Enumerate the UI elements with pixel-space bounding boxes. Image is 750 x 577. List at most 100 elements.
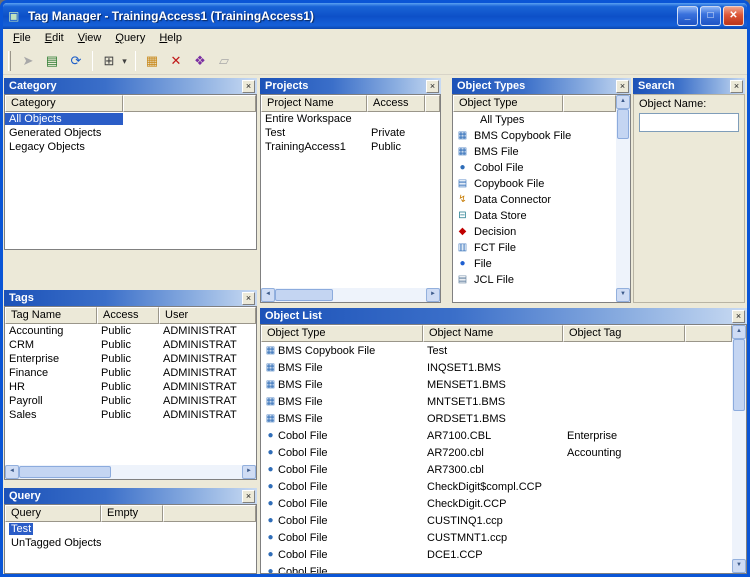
object-tag-column-header[interactable]: Object Tag bbox=[563, 325, 685, 342]
object-row[interactable]: ▦BMS File MNTSET1.BMS bbox=[261, 393, 732, 410]
project-access-column-header[interactable]: Access bbox=[367, 95, 425, 112]
scroll-up-button[interactable]: ▲ bbox=[732, 325, 746, 339]
object-row[interactable]: ●Cobol File DCE1.CCP bbox=[261, 546, 732, 563]
minimize-button[interactable]: _ bbox=[677, 6, 698, 26]
query-empty-column-header[interactable]: Empty bbox=[101, 505, 163, 522]
query-panel-close-button[interactable]: × bbox=[242, 490, 255, 503]
delete-button[interactable]: ✕ bbox=[164, 49, 188, 73]
object-row[interactable]: ▦BMS File INQSET1.BMS bbox=[261, 359, 732, 376]
project-name-column-header[interactable]: Project Name bbox=[261, 95, 367, 112]
object-type-item[interactable]: ⊟ Data Store bbox=[453, 208, 616, 224]
scroll-right-button[interactable]: ► bbox=[242, 465, 256, 479]
object-type-column-header[interactable]: Object Type bbox=[453, 95, 563, 112]
object-row[interactable]: ●Cobol File CheckDigit$compl.CCP bbox=[261, 478, 732, 495]
tags-panel-header[interactable]: Tags × bbox=[4, 290, 257, 306]
object-name-column-header[interactable]: Object Name bbox=[423, 325, 563, 342]
tag-access-column-header[interactable]: Access bbox=[97, 307, 159, 324]
query-row[interactable]: UnTagged Objects bbox=[5, 536, 256, 550]
object-list-panel-header[interactable]: Object List × bbox=[260, 308, 747, 324]
tag-user-column-header[interactable]: User bbox=[159, 307, 256, 324]
scroll-up-button[interactable]: ▲ bbox=[616, 95, 630, 109]
query-row[interactable]: Test bbox=[5, 522, 256, 536]
object-types-vertical-scrollbar[interactable]: ▲ ▼ bbox=[616, 95, 630, 302]
refresh-button[interactable]: ⟳ bbox=[64, 49, 88, 73]
toolbar-grip[interactable] bbox=[8, 51, 11, 71]
category-item[interactable]: Generated Objects bbox=[5, 126, 256, 140]
query-column-header[interactable]: Query bbox=[5, 505, 101, 522]
new-tag-button[interactable]: ▦ bbox=[140, 49, 164, 73]
object-type-item[interactable]: All Types bbox=[453, 112, 616, 128]
category-panel-close-button[interactable]: × bbox=[242, 80, 255, 93]
workspace-button[interactable]: ▤ bbox=[40, 49, 64, 73]
scrollbar-track[interactable] bbox=[275, 288, 426, 302]
object-row[interactable]: ●Cobol File AR7100.CBL Enterprise bbox=[261, 427, 732, 444]
menu-item[interactable]: File bbox=[6, 30, 38, 47]
scrollbar-thumb[interactable] bbox=[19, 466, 111, 478]
category-item[interactable]: All Objects bbox=[5, 112, 256, 126]
object-type-item[interactable]: ● Cobol File bbox=[453, 160, 616, 176]
tag-row[interactable]: Payroll Public ADMINISTRAT bbox=[5, 394, 256, 408]
scrollbar-track[interactable] bbox=[19, 465, 242, 479]
titlebar[interactable]: ▣ Tag Manager - TrainingAccess1 (Trainin… bbox=[3, 3, 747, 29]
object-row[interactable]: ●Cobol File AR7300.cbl bbox=[261, 461, 732, 478]
tag-name-column-header[interactable]: Tag Name bbox=[5, 307, 97, 324]
tag-row[interactable]: HR Public ADMINISTRAT bbox=[5, 380, 256, 394]
object-type-item[interactable]: ▤ JCL File bbox=[453, 272, 616, 288]
tag-row[interactable]: Finance Public ADMINISTRAT bbox=[5, 366, 256, 380]
scrollbar-track[interactable] bbox=[616, 109, 630, 288]
scrollbar-thumb[interactable] bbox=[617, 109, 629, 139]
object-type-item[interactable]: ↯ Data Connector bbox=[453, 192, 616, 208]
object-type-item[interactable]: ◆ Decision bbox=[453, 224, 616, 240]
projects-panel-close-button[interactable]: × bbox=[426, 80, 439, 93]
object-type-item[interactable]: ▦ BMS Copybook File bbox=[453, 128, 616, 144]
object-types-panel-close-button[interactable]: × bbox=[616, 80, 629, 93]
tag-row[interactable]: Accounting Public ADMINISTRAT bbox=[5, 324, 256, 338]
scrollbar-thumb[interactable] bbox=[275, 289, 333, 301]
object-type-item[interactable]: ▦ BMS File bbox=[453, 144, 616, 160]
object-name-input[interactable] bbox=[639, 113, 739, 132]
object-row[interactable]: ●Cobol File bbox=[261, 563, 732, 574]
object-row[interactable]: ●Cobol File AR7200.cbl Accounting bbox=[261, 444, 732, 461]
projects-panel-header[interactable]: Projects × bbox=[260, 78, 441, 94]
tags-panel-close-button[interactable]: × bbox=[242, 292, 255, 305]
scroll-down-button[interactable]: ▼ bbox=[732, 559, 746, 573]
project-row[interactable]: TrainingAccess1 Public bbox=[261, 140, 440, 154]
menu-item[interactable]: Edit bbox=[38, 30, 71, 47]
category-item[interactable]: Legacy Objects bbox=[5, 140, 256, 154]
object-list-vertical-scrollbar[interactable]: ▲ ▼ bbox=[732, 325, 746, 573]
scroll-down-button[interactable]: ▼ bbox=[616, 288, 630, 302]
object-type-item[interactable]: ● File bbox=[453, 256, 616, 272]
search-panel-close-button[interactable]: × bbox=[730, 80, 743, 93]
object-types-panel-header[interactable]: Object Types × bbox=[452, 78, 631, 94]
object-row[interactable]: ▦BMS File MENSET1.BMS bbox=[261, 376, 732, 393]
object-row[interactable]: ●Cobol File CheckDigit.CCP bbox=[261, 495, 732, 512]
add-view-dropdown-button[interactable]: ▾ bbox=[118, 49, 131, 73]
scroll-left-button[interactable]: ◄ bbox=[261, 288, 275, 302]
object-type-item[interactable]: ▤ Copybook File bbox=[453, 176, 616, 192]
object-row[interactable]: ●Cobol File CUSTMNT1.ccp bbox=[261, 529, 732, 546]
object-row[interactable]: ▦BMS File ORDSET1.BMS bbox=[261, 410, 732, 427]
maximize-button[interactable]: □ bbox=[700, 6, 721, 26]
menu-item[interactable]: Help bbox=[152, 30, 189, 47]
menu-item[interactable]: View bbox=[71, 30, 109, 47]
tag-row[interactable]: Enterprise Public ADMINISTRAT bbox=[5, 352, 256, 366]
project-row[interactable]: Test Private bbox=[261, 126, 440, 140]
object-row[interactable]: ●Cobol File CUSTINQ1.ccp bbox=[261, 512, 732, 529]
assign-tags-button[interactable]: ❖ bbox=[188, 49, 212, 73]
menu-item[interactable]: Query bbox=[108, 30, 152, 47]
object-type-column-header[interactable]: Object Type bbox=[261, 325, 423, 342]
scrollbar-thumb[interactable] bbox=[733, 339, 745, 411]
category-column-header[interactable]: Category bbox=[5, 95, 123, 112]
search-panel-header[interactable]: Search × bbox=[633, 78, 745, 94]
object-type-item[interactable]: ▥ FCT File bbox=[453, 240, 616, 256]
projects-horizontal-scrollbar[interactable]: ◄ ► bbox=[261, 288, 440, 302]
object-list-panel-close-button[interactable]: × bbox=[732, 310, 745, 323]
project-row[interactable]: Entire Workspace bbox=[261, 112, 440, 126]
query-panel-header[interactable]: Query × bbox=[4, 488, 257, 504]
tag-row[interactable]: Sales Public ADMINISTRAT bbox=[5, 408, 256, 422]
tags-horizontal-scrollbar[interactable]: ◄ ► bbox=[5, 465, 256, 479]
category-panel-header[interactable]: Category × bbox=[4, 78, 257, 94]
close-button[interactable]: ✕ bbox=[723, 6, 744, 26]
tag-row[interactable]: CRM Public ADMINISTRAT bbox=[5, 338, 256, 352]
scrollbar-track[interactable] bbox=[732, 339, 746, 559]
